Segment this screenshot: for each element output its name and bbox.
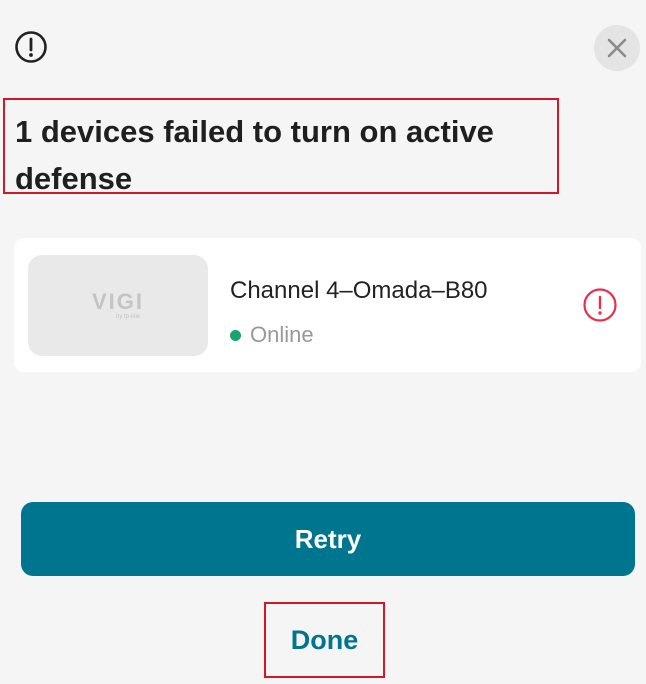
done-button[interactable]: Done [291,625,359,656]
device-card[interactable]: VIGI by tp-link Channel 4–Omada–B80 Onli… [14,238,641,372]
status-text: Online [250,322,314,347]
done-highlight-box: Done [264,602,385,678]
vigi-logo: VIGI [91,288,144,314]
device-thumbnail: VIGI by tp-link [28,255,208,356]
exclamation-circle-icon [14,30,48,64]
vigi-logo-sub: by tp-link [115,313,140,320]
close-button[interactable] [594,25,640,71]
close-icon [607,38,627,58]
error-icon[interactable] [582,287,618,323]
device-name: Channel 4–Omada–B80 [230,277,488,304]
status-dot-icon [230,329,241,341]
device-status: Online [230,322,314,348]
retry-button[interactable]: Retry [21,502,635,576]
dialog-title: 1 devices failed to turn on active defen… [15,114,494,196]
title-highlight-box: 1 devices failed to turn on active defen… [3,98,559,196]
